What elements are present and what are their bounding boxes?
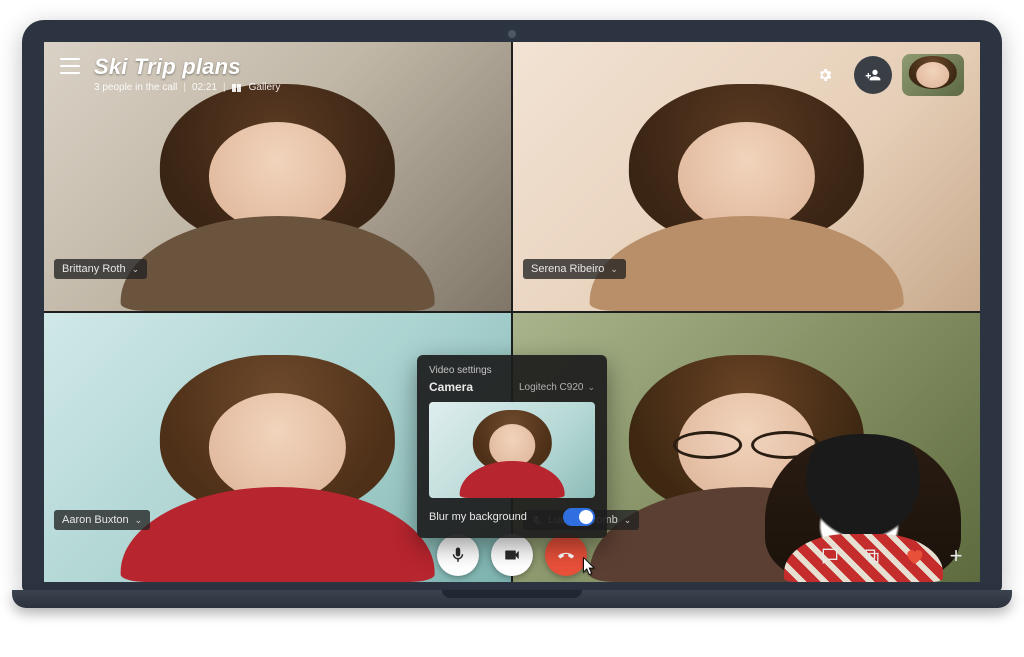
mic-icon	[449, 546, 467, 564]
camera-preview	[429, 402, 595, 498]
plus-icon: +	[950, 545, 963, 567]
participant-name-chip[interactable]: Brittany Roth ⌄	[54, 259, 147, 279]
camera-device-name: Logitech C920	[519, 382, 584, 393]
call-duration-label: 02:21	[192, 82, 217, 93]
call-header: Ski Trip plans 3 people in the call | 02…	[44, 42, 980, 104]
participant-name-label: Serena Ribeiro	[531, 263, 604, 275]
participant-name-chip[interactable]: Aaron Buxton ⌄	[54, 510, 150, 530]
gallery-icon	[232, 84, 243, 92]
video-icon	[503, 546, 521, 564]
call-title: Ski Trip plans	[94, 54, 280, 80]
call-controls-bar: +	[44, 534, 980, 576]
share-screen-icon	[862, 546, 882, 566]
participant-video	[114, 74, 441, 311]
view-mode-label: Gallery	[249, 82, 281, 93]
participant-name-label: Aaron Buxton	[62, 514, 129, 526]
self-view[interactable]	[902, 54, 964, 96]
hangup-icon	[557, 546, 575, 564]
participant-name-label: Brittany Roth	[62, 263, 126, 275]
chevron-down-icon: ⌄	[624, 515, 632, 526]
chat-icon	[820, 546, 840, 566]
chevron-down-icon: ⌄	[132, 264, 140, 275]
call-subtitle: 3 people in the call | 02:21 | Gallery	[94, 82, 280, 93]
hangup-button[interactable]	[545, 534, 587, 576]
add-participant-button[interactable]	[854, 56, 892, 94]
mute-button[interactable]	[437, 534, 479, 576]
heart-icon	[904, 546, 924, 566]
reaction-button[interactable]	[904, 546, 924, 566]
participant-name-chip[interactable]: Serena Ribeiro ⌄	[523, 259, 626, 279]
laptop-frame: Brittany Roth ⌄ Serena Ribeiro ⌄ Aar	[22, 20, 1002, 592]
add-person-icon	[865, 67, 881, 83]
menu-button[interactable]	[60, 58, 80, 74]
chevron-down-icon: ⌄	[135, 515, 143, 526]
blur-background-toggle[interactable]	[563, 508, 595, 526]
app-screen: Brittany Roth ⌄ Serena Ribeiro ⌄ Aar	[44, 42, 980, 582]
blur-background-label: Blur my background	[429, 511, 527, 523]
chat-button[interactable]	[820, 546, 840, 566]
settings-button[interactable]	[806, 56, 844, 94]
laptop-base	[12, 590, 1012, 608]
video-toggle-button[interactable]	[491, 534, 533, 576]
gear-icon	[817, 67, 833, 83]
camera-section-label: Camera	[429, 380, 473, 394]
share-screen-button[interactable]	[862, 546, 882, 566]
panel-title: Video settings	[429, 365, 595, 376]
laptop-camera-icon	[508, 30, 516, 38]
chevron-down-icon: ⌄	[587, 382, 595, 393]
camera-device-selector[interactable]: Logitech C920 ⌄	[519, 382, 595, 393]
video-settings-panel: Video settings Camera Logitech C920 ⌄ Bl…	[417, 355, 607, 538]
chevron-down-icon: ⌄	[610, 264, 618, 275]
participant-count-label: 3 people in the call	[94, 82, 177, 93]
more-button[interactable]: +	[946, 546, 966, 566]
participant-video	[583, 74, 910, 311]
